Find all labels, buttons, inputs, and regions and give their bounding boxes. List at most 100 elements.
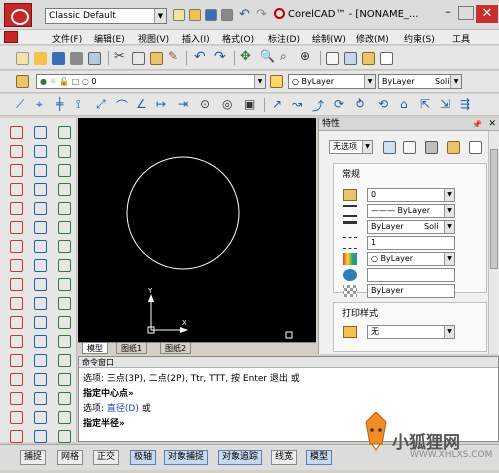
open-icon[interactable] bbox=[34, 52, 47, 65]
prop-transparency-field[interactable]: ByLayer bbox=[367, 284, 455, 298]
menu-file[interactable]: 文件(F) bbox=[52, 32, 82, 45]
tab-layout2[interactable]: 图纸2 bbox=[160, 343, 192, 354]
menu-tools[interactable]: 工具 bbox=[452, 32, 470, 45]
status-model-button[interactable]: 模型 bbox=[306, 450, 333, 465]
wave-tool-icon[interactable] bbox=[58, 316, 71, 329]
linetype-combo[interactable]: ByLayer Soli ▼ bbox=[378, 74, 462, 89]
dim-leader-icon[interactable]: ↗ bbox=[272, 97, 282, 111]
join-tool-icon[interactable] bbox=[10, 354, 23, 367]
dot-line-icon[interactable] bbox=[34, 126, 47, 139]
tab-layout1[interactable]: 图纸1 bbox=[116, 343, 148, 354]
mirror-tool-icon[interactable] bbox=[10, 183, 23, 196]
dim-baseline-icon[interactable]: ↦ bbox=[156, 97, 166, 111]
status-ortho-button[interactable]: 正交 bbox=[93, 450, 120, 465]
save-icon[interactable] bbox=[205, 9, 217, 21]
properties-options-icon[interactable] bbox=[469, 141, 482, 154]
layer-manager-icon[interactable] bbox=[16, 75, 29, 88]
menu-draw[interactable]: 绘制(W) bbox=[312, 32, 346, 45]
new-icon[interactable] bbox=[16, 52, 29, 65]
drawn-circle[interactable] bbox=[126, 156, 240, 270]
eraser-icon[interactable] bbox=[10, 126, 23, 139]
dot-line-icon[interactable] bbox=[34, 278, 47, 291]
dim-override-icon[interactable]: ⥁ bbox=[356, 97, 364, 111]
layer-combo[interactable]: ● ☼ 🔓 □ ○ 0 ▼ bbox=[36, 74, 266, 89]
cross-tool-icon[interactable] bbox=[34, 373, 47, 386]
dim-quick-icon[interactable]: ↝ bbox=[292, 97, 302, 111]
match-properties-icon[interactable]: ✎ bbox=[168, 49, 178, 63]
close-button[interactable]: ✕ bbox=[476, 5, 498, 23]
mtext-tool-icon[interactable] bbox=[58, 430, 71, 443]
dim-center-mark-icon[interactable]: ⊙ bbox=[200, 97, 210, 111]
curve-tool-icon[interactable] bbox=[58, 221, 71, 234]
menu-constraints[interactable]: 约束(S) bbox=[404, 32, 435, 45]
diagonal-line-icon[interactable] bbox=[58, 126, 71, 139]
select-objects-icon[interactable] bbox=[403, 141, 416, 154]
redo-icon[interactable]: ↷ bbox=[214, 49, 226, 65]
grid-tool-icon[interactable] bbox=[34, 392, 47, 405]
stretch-tool-icon[interactable] bbox=[10, 221, 23, 234]
prop-scale-field[interactable]: 1 bbox=[367, 236, 455, 250]
properties-scrollbar[interactable] bbox=[488, 131, 499, 354]
prop-print-style-combo[interactable]: 无 ▼ bbox=[367, 325, 455, 339]
x-tool-icon[interactable] bbox=[34, 164, 47, 177]
menu-dimension[interactable]: 标注(D) bbox=[268, 32, 300, 45]
tab-model[interactable]: 模型 bbox=[82, 343, 108, 354]
x-tool-icon[interactable] bbox=[34, 183, 47, 196]
command-option-diameter[interactable]: 直径(D) bbox=[107, 404, 139, 414]
copy-icon[interactable] bbox=[132, 52, 145, 65]
menu-modify[interactable]: 修改(M) bbox=[356, 32, 389, 45]
pan-icon[interactable]: ✥ bbox=[240, 49, 251, 64]
dim-ordinate-icon[interactable]: ╪ bbox=[56, 97, 63, 111]
hexagon-tool-icon[interactable] bbox=[58, 164, 71, 177]
prop-lineweight-combo[interactable]: ByLayer Soli ▼ bbox=[367, 220, 455, 234]
dim-style-icon[interactable]: ⇱ bbox=[420, 97, 430, 111]
status-lineweight-button[interactable]: 线宽 bbox=[271, 450, 298, 465]
diagonal-line-icon[interactable] bbox=[58, 145, 71, 158]
menu-insert[interactable]: 插入(I) bbox=[182, 32, 210, 45]
help-icon[interactable] bbox=[447, 141, 460, 154]
rotate-tool-icon[interactable] bbox=[10, 411, 23, 424]
color-combo[interactable]: ○ ByLayer ▼ bbox=[288, 74, 376, 89]
maximize-button[interactable] bbox=[458, 6, 474, 20]
revcloud-tool-icon[interactable] bbox=[58, 297, 71, 310]
point-tool-icon[interactable] bbox=[58, 373, 71, 386]
status-polar-button[interactable]: 极轴 bbox=[130, 450, 157, 465]
prop-color-combo[interactable]: ○ ByLayer ▼ bbox=[367, 252, 455, 266]
status-osnap-button[interactable]: 对象捕捉 bbox=[164, 450, 209, 465]
undo-icon[interactable]: ↶ bbox=[194, 49, 206, 65]
prop-linetype-combo[interactable]: ——— ByLayer ▼ bbox=[367, 204, 455, 218]
dot-line-icon[interactable] bbox=[34, 145, 47, 158]
command-prompt[interactable]: 指定半径» bbox=[83, 416, 125, 429]
offset-tool-icon[interactable] bbox=[10, 392, 23, 405]
undo-icon[interactable]: ↶ bbox=[239, 7, 250, 22]
circle-tool-icon[interactable] bbox=[10, 164, 23, 177]
workspace-select[interactable]: Classic Default ▼ bbox=[45, 8, 167, 24]
cross-tool-icon[interactable] bbox=[34, 297, 47, 310]
menu-view[interactable]: 视图(V) bbox=[138, 32, 169, 45]
scrollbar-thumb[interactable] bbox=[490, 149, 498, 269]
corner-tool-icon[interactable] bbox=[34, 240, 47, 253]
save-icon[interactable] bbox=[52, 52, 65, 65]
cross-tool-icon[interactable] bbox=[34, 202, 47, 215]
dim-diameter-icon[interactable]: ◎ bbox=[222, 97, 232, 111]
dim-radius-icon[interactable]: ⟟ bbox=[76, 97, 80, 112]
drawing-canvas[interactable]: Y X bbox=[78, 118, 316, 342]
dim-tolerance-icon[interactable]: ▣ bbox=[244, 97, 255, 111]
menu-edit[interactable]: 编辑(E) bbox=[94, 32, 125, 45]
extend-tool-icon[interactable] bbox=[10, 259, 23, 272]
prop-hyperlink-field[interactable] bbox=[367, 268, 455, 282]
dim-inspect-icon[interactable]: ⇲ bbox=[440, 97, 450, 111]
status-snap-button[interactable]: 捕捉 bbox=[20, 450, 47, 465]
table-tool-icon[interactable] bbox=[58, 392, 71, 405]
dot-line-icon[interactable] bbox=[34, 354, 47, 367]
dim-aligned-icon[interactable]: ⌖ bbox=[36, 97, 43, 112]
explode-tool-icon[interactable] bbox=[10, 335, 23, 348]
polygon-tool-icon[interactable] bbox=[58, 278, 71, 291]
design-resources-icon[interactable] bbox=[344, 52, 357, 65]
spline-tool-icon[interactable] bbox=[58, 240, 71, 253]
move-tool-icon[interactable] bbox=[10, 430, 23, 443]
dim-angular-icon[interactable]: ∠ bbox=[136, 97, 147, 111]
menu-format[interactable]: 格式(O) bbox=[222, 32, 254, 45]
dim-continue-icon[interactable]: ⇥ bbox=[178, 97, 188, 111]
layers-manager-icon[interactable] bbox=[362, 52, 375, 65]
